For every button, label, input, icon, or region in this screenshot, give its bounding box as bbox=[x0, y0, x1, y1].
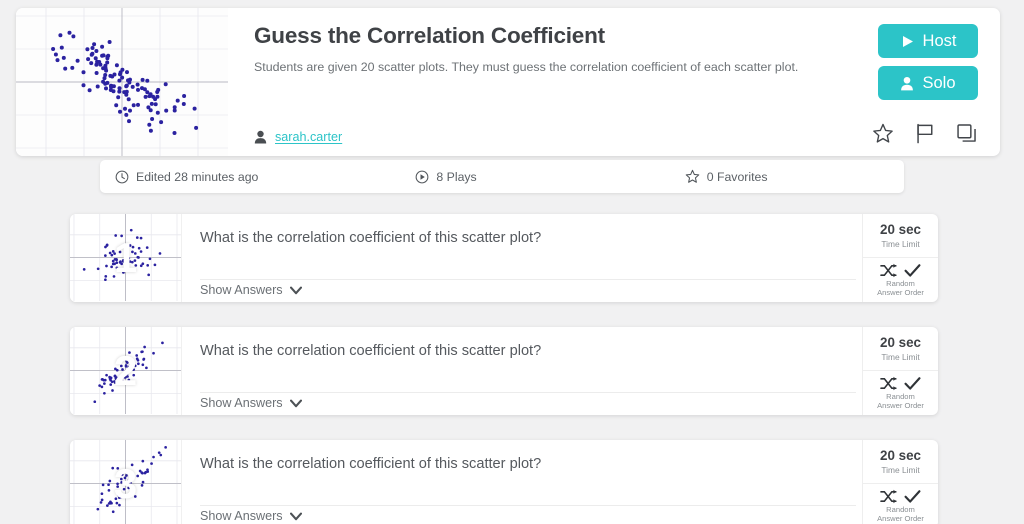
random-order-icons bbox=[880, 489, 921, 504]
scatter-plot bbox=[70, 440, 181, 524]
show-answers-label: Show Answers bbox=[200, 396, 283, 410]
solo-button-label: Solo bbox=[922, 73, 956, 92]
question-thumbnail: 2 bbox=[70, 327, 182, 415]
scatter-plot bbox=[70, 214, 181, 302]
quiz-description: Students are given 20 scatter plots. The… bbox=[254, 60, 799, 74]
show-answers-toggle[interactable]: Show Answers bbox=[200, 396, 308, 410]
time-limit-value: 20 sec bbox=[880, 335, 921, 350]
host-button-label: Host bbox=[922, 31, 957, 50]
host-button[interactable]: Host bbox=[878, 24, 978, 58]
person-icon bbox=[901, 76, 914, 90]
scatter-plot bbox=[70, 327, 181, 415]
quiz-header-actions: Host Solo bbox=[832, 8, 1000, 156]
star-icon[interactable] bbox=[872, 123, 894, 144]
question-body: What is the correlation coefficient of t… bbox=[182, 214, 862, 302]
question-text: What is the correlation coefficient of t… bbox=[200, 456, 542, 472]
stat-edited: Edited 28 minutes ago bbox=[115, 170, 258, 184]
time-limit-label: Time Limit bbox=[881, 352, 920, 362]
divider bbox=[200, 392, 856, 393]
random-order-icons bbox=[880, 263, 921, 278]
scatter-plot-thumbnail bbox=[16, 8, 228, 156]
time-limit-label: Time Limit bbox=[881, 465, 920, 475]
random-order-label: Random Answer Order bbox=[877, 392, 924, 410]
play-icon bbox=[902, 35, 913, 47]
stat-favorites-label: 0 Favorites bbox=[706, 169, 768, 184]
question-card[interactable]: 1 What is the correlation coefficient of… bbox=[70, 214, 938, 302]
question-card[interactable]: 3 What is the correlation coefficient of… bbox=[70, 440, 938, 524]
solo-button[interactable]: Solo bbox=[878, 66, 978, 100]
check-icon bbox=[904, 264, 921, 277]
question-meta: 20 sec Time Limit Random Answer Order bbox=[862, 214, 938, 302]
quiz-detail-page: Guess the Correlation Coefficient Studen… bbox=[0, 0, 1024, 524]
divider bbox=[200, 505, 856, 506]
chevron-down-icon bbox=[289, 512, 302, 520]
quiz-stats-bar: Edited 28 minutes ago 8 Plays 0 Favorite… bbox=[100, 160, 904, 193]
check-icon bbox=[904, 490, 921, 503]
chevron-down-icon bbox=[289, 286, 302, 294]
author-link[interactable]: sarah.carter bbox=[275, 130, 342, 144]
question-body: What is the correlation coefficient of t… bbox=[182, 440, 862, 524]
random-answer-order[interactable]: Random Answer Order bbox=[863, 258, 938, 302]
stat-plays: 8 Plays bbox=[415, 169, 477, 184]
stat-plays-label: 8 Plays bbox=[436, 169, 477, 184]
random-order-icons bbox=[880, 376, 921, 391]
chevron-down-icon bbox=[289, 399, 302, 407]
time-limit[interactable]: 20 sec Time Limit bbox=[863, 440, 938, 484]
quiz-thumbnail bbox=[16, 8, 228, 156]
question-meta: 20 sec Time Limit Random Answer Order bbox=[862, 327, 938, 415]
random-order-label: Random Answer Order bbox=[877, 505, 924, 523]
shuffle-icon bbox=[880, 376, 897, 391]
time-limit-label: Time Limit bbox=[881, 239, 920, 249]
question-thumbnail: 1 bbox=[70, 214, 182, 302]
show-answers-label: Show Answers bbox=[200, 283, 283, 297]
random-answer-order[interactable]: Random Answer Order bbox=[863, 484, 938, 524]
check-icon bbox=[904, 377, 921, 390]
stat-edited-label: Edited 28 minutes ago bbox=[136, 169, 259, 184]
quiz-header-card: Guess the Correlation Coefficient Studen… bbox=[16, 8, 1000, 156]
shuffle-icon bbox=[880, 263, 897, 278]
show-answers-label: Show Answers bbox=[200, 509, 283, 523]
question-card[interactable]: 2 What is the correlation coefficient of… bbox=[70, 327, 938, 415]
random-order-label: Random Answer Order bbox=[877, 279, 924, 297]
shuffle-icon bbox=[880, 489, 897, 504]
time-limit-value: 20 sec bbox=[880, 222, 921, 237]
page-title: Guess the Correlation Coefficient bbox=[254, 23, 605, 48]
star-icon bbox=[685, 169, 699, 183]
time-limit[interactable]: 20 sec Time Limit bbox=[863, 327, 938, 371]
show-answers-toggle[interactable]: Show Answers bbox=[200, 283, 308, 297]
play-circle-icon bbox=[415, 170, 429, 183]
question-text: What is the correlation coefficient of t… bbox=[200, 230, 542, 246]
author-row[interactable]: sarah.carter bbox=[254, 130, 342, 144]
copy-icon[interactable] bbox=[956, 123, 978, 144]
show-answers-toggle[interactable]: Show Answers bbox=[200, 509, 308, 523]
quiz-header-body: Guess the Correlation Coefficient Studen… bbox=[228, 8, 832, 156]
time-limit-value: 20 sec bbox=[880, 448, 921, 463]
question-thumbnail: 3 bbox=[70, 440, 182, 524]
question-meta: 20 sec Time Limit Random Answer Order bbox=[862, 440, 938, 524]
question-text: What is the correlation coefficient of t… bbox=[200, 343, 542, 359]
random-answer-order[interactable]: Random Answer Order bbox=[863, 371, 938, 415]
clock-icon bbox=[115, 170, 129, 183]
flag-icon[interactable] bbox=[914, 123, 936, 144]
question-body: What is the correlation coefficient of t… bbox=[182, 327, 862, 415]
quiz-action-icons bbox=[872, 123, 978, 144]
time-limit[interactable]: 20 sec Time Limit bbox=[863, 214, 938, 258]
stat-favorites: 0 Favorites bbox=[685, 169, 768, 184]
person-icon bbox=[254, 130, 267, 144]
divider bbox=[200, 279, 856, 280]
